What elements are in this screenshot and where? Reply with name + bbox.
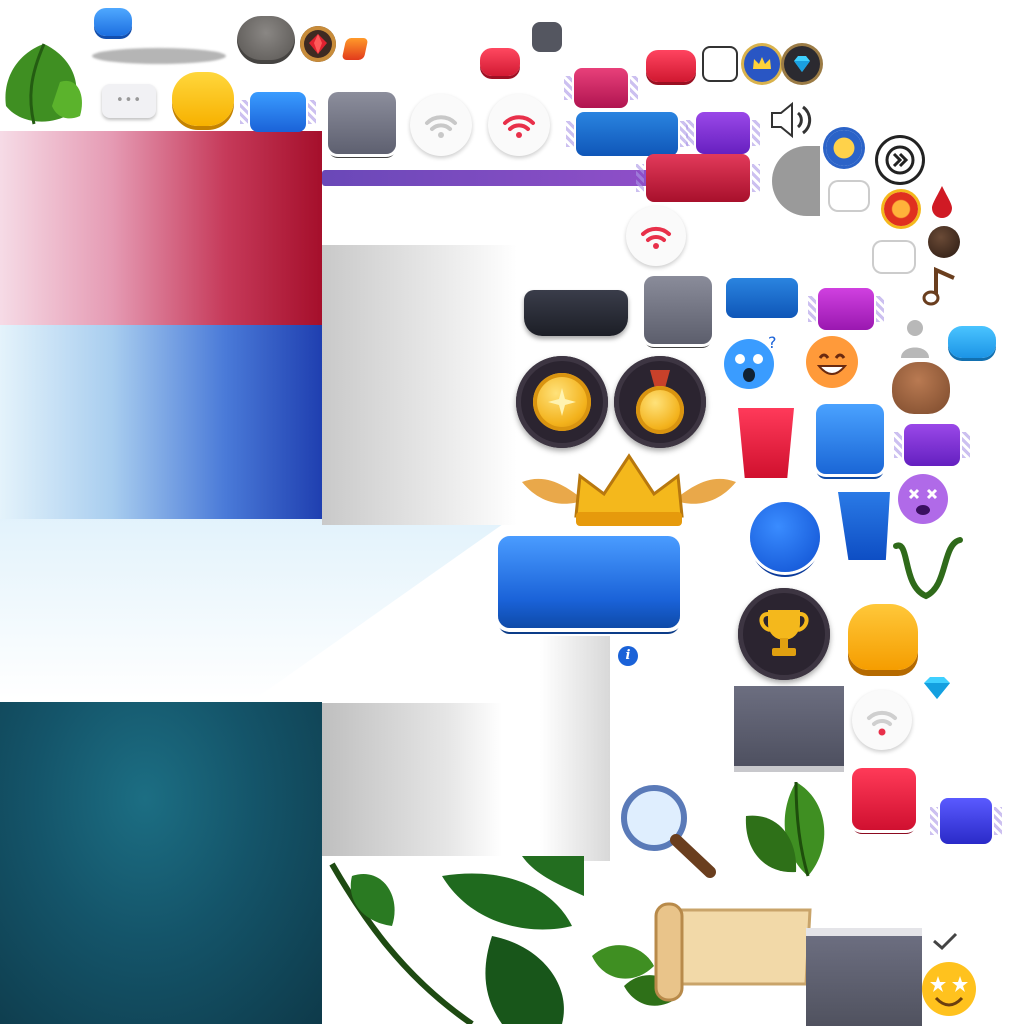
gray-pot-icon bbox=[237, 16, 295, 64]
indigo-button[interactable] bbox=[930, 798, 1002, 844]
pink-button[interactable] bbox=[564, 68, 638, 108]
blue-pill-button[interactable] bbox=[94, 8, 132, 36]
gold-star-coin-icon bbox=[826, 130, 862, 166]
music-note-icon bbox=[920, 262, 964, 308]
red-square-button[interactable] bbox=[852, 768, 916, 830]
blue-square-button[interactable] bbox=[240, 92, 316, 132]
vine-icon bbox=[890, 536, 966, 602]
magnifier-icon bbox=[616, 782, 720, 882]
happy-emoji-icon bbox=[804, 334, 860, 390]
wifi-icon bbox=[852, 690, 912, 750]
energy-icon bbox=[341, 38, 369, 60]
blue-square-button[interactable] bbox=[816, 404, 884, 474]
info-icon[interactable]: i bbox=[618, 646, 638, 666]
wifi-icon bbox=[488, 94, 550, 156]
chat-bubble-icon bbox=[874, 242, 914, 272]
white-square bbox=[704, 48, 736, 80]
gray-gradient-panel bbox=[322, 245, 517, 525]
chat-bubble-icon bbox=[830, 182, 868, 210]
checkmark-icon bbox=[930, 930, 960, 952]
leaf-icon bbox=[0, 36, 88, 130]
teal-gradient-panel bbox=[0, 702, 322, 1024]
purple-button[interactable] bbox=[894, 424, 970, 466]
purple-button[interactable] bbox=[686, 112, 760, 154]
crimson-button[interactable] bbox=[636, 154, 760, 202]
jungle-vine-icon bbox=[322, 856, 584, 1027]
yellow-rounded-button[interactable] bbox=[848, 604, 918, 670]
wifi-icon bbox=[626, 206, 686, 266]
blood-drop-icon bbox=[930, 184, 954, 218]
yellow-round-button[interactable] bbox=[172, 72, 234, 126]
leaf-icon bbox=[736, 776, 836, 886]
red-gradient-panel bbox=[0, 131, 322, 325]
trophy-medal-icon bbox=[738, 588, 830, 680]
dark-pedestal bbox=[524, 290, 628, 336]
brown-ball-icon bbox=[928, 226, 960, 258]
blue-circle-button[interactable] bbox=[750, 502, 820, 572]
blue-shield-button[interactable] bbox=[838, 492, 890, 560]
light-blue-triangle-panel bbox=[0, 519, 510, 699]
gold-medal-icon bbox=[614, 356, 706, 448]
red-shield-button[interactable] bbox=[738, 408, 794, 478]
user-icon bbox=[898, 318, 932, 360]
blue-gradient-panel bbox=[0, 325, 322, 519]
crown-icon bbox=[744, 46, 780, 82]
star-eyes-emoji-icon bbox=[920, 960, 978, 1018]
star-medal-icon bbox=[516, 356, 608, 448]
gray-half-circle bbox=[772, 146, 820, 216]
ruby-icon bbox=[300, 26, 336, 62]
diamond-icon bbox=[920, 674, 954, 702]
light-blue-pill-button[interactable] bbox=[948, 326, 996, 358]
magenta-button[interactable] bbox=[808, 288, 884, 330]
gray-square-button[interactable] bbox=[644, 276, 712, 344]
winged-crown-icon bbox=[518, 452, 740, 532]
progress-bar bbox=[322, 170, 652, 186]
gray-panel bbox=[806, 928, 922, 1026]
speaker-icon bbox=[768, 98, 818, 142]
red-pill-button[interactable] bbox=[646, 50, 696, 82]
gray-panel bbox=[734, 686, 844, 772]
surprised-emoji-icon: ? bbox=[722, 333, 780, 392]
scroll-icon bbox=[584, 896, 816, 1016]
brown-pot-icon bbox=[892, 362, 950, 414]
dark-gray-button[interactable] bbox=[532, 22, 562, 52]
svg-text:?: ? bbox=[768, 334, 777, 352]
fast-forward-icon bbox=[878, 138, 922, 182]
big-blue-button[interactable] bbox=[498, 536, 680, 628]
chat-bubble-icon: ••• bbox=[102, 84, 156, 118]
gray-gradient-panel bbox=[322, 703, 502, 856]
red-star-coin-icon bbox=[884, 192, 918, 226]
wifi-icon bbox=[410, 94, 472, 156]
red-pill-button[interactable] bbox=[480, 48, 520, 76]
blue-small-button[interactable] bbox=[726, 278, 798, 318]
purple-dizzy-emoji-icon bbox=[896, 472, 950, 526]
blue-rect-button[interactable] bbox=[566, 112, 688, 156]
diamond-icon bbox=[784, 46, 820, 82]
gray-gradient-strip bbox=[540, 636, 610, 861]
gray-square-button[interactable] bbox=[328, 92, 396, 154]
shadow-ellipse bbox=[92, 48, 226, 64]
